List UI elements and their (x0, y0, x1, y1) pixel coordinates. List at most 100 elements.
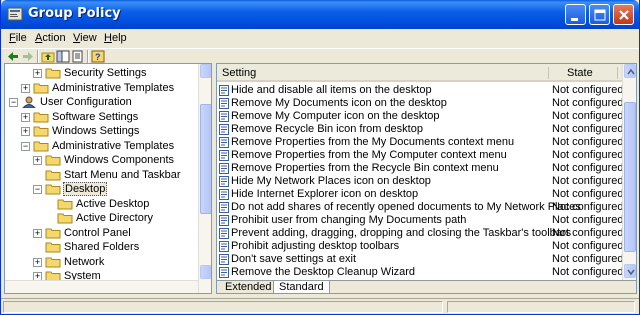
tree-node-label[interactable]: Administrative Templates (51, 81, 175, 95)
minimize-button[interactable] (565, 4, 586, 25)
list-row[interactable]: Prohibit user from changing My Documents… (217, 214, 624, 227)
tree-node-label[interactable]: User Configuration (39, 95, 133, 109)
export-list-icon[interactable] (71, 50, 85, 63)
tree-node-label[interactable]: Start Menu and Taskbar (63, 168, 182, 182)
tree-node-label[interactable]: Administrative Templates (51, 139, 175, 153)
expand-icon[interactable]: + (33, 228, 42, 238)
collapse-icon[interactable]: − (9, 98, 18, 107)
column-divider[interactable] (548, 67, 549, 79)
tree-node[interactable]: + Administrative Templates (5, 81, 198, 95)
tree-node[interactable]: + Security Settings (5, 66, 198, 80)
tree-horizontal-scrollbar[interactable] (5, 280, 198, 293)
up-folder-icon[interactable] (41, 50, 55, 63)
list-row[interactable]: Prohibit adjusting desktop toolbars Not c… (217, 240, 624, 253)
policy-setting-icon (219, 215, 229, 226)
tree-node[interactable]: Active Desktop (5, 197, 198, 211)
tree-node[interactable]: − User Configuration (5, 95, 198, 109)
column-header-state[interactable]: State (567, 67, 593, 79)
tree-node-label[interactable]: Security Settings (63, 66, 148, 80)
expand-icon[interactable]: + (21, 83, 30, 93)
list-row[interactable]: Remove My Documents icon on the desktop N… (217, 97, 624, 110)
list-row[interactable]: Hide My Network Places icon on desktop No… (217, 175, 624, 188)
tree-node-label[interactable]: Network (63, 255, 105, 269)
tree-node[interactable]: + Network (5, 255, 198, 269)
status-cell-secondary (447, 301, 635, 313)
tree-node-label[interactable]: Desktop (63, 182, 108, 196)
tree-node[interactable]: − Desktop (5, 182, 198, 196)
help-icon[interactable]: ? (91, 50, 105, 63)
svg-text:?: ? (95, 52, 101, 62)
toolbar: ? (1, 48, 639, 64)
menu-help[interactable]: Help (104, 32, 127, 44)
show-hide-tree-icon[interactable] (56, 50, 70, 63)
title-bar[interactable]: Group Policy (1, 0, 639, 29)
policy-setting-icon (219, 176, 229, 187)
back-arrow-icon[interactable] (6, 50, 20, 63)
maximize-icon (594, 9, 606, 21)
list-row[interactable]: Remove Properties from the My Documents … (217, 136, 624, 149)
menu-action[interactable]: Action (35, 32, 66, 44)
tree-node[interactable]: + Control Panel (5, 226, 198, 240)
list-row[interactable]: Hide Internet Explorer icon on desktop No… (217, 188, 624, 201)
tree-node[interactable]: + Software Settings (5, 110, 198, 124)
tree-node-label[interactable]: Control Panel (63, 226, 132, 240)
tree-node[interactable]: + Windows Components (5, 153, 198, 167)
expand-icon[interactable]: + (21, 112, 30, 122)
menu-view[interactable]: View (73, 32, 97, 44)
setting-name: Remove My Documents icon on the desktop (231, 97, 447, 109)
expand-icon[interactable]: + (33, 69, 42, 78)
tab-extended[interactable]: Extended (220, 281, 278, 293)
column-divider[interactable] (617, 67, 618, 79)
folder-icon (45, 184, 61, 195)
policy-setting-icon (219, 137, 229, 148)
tree-pane[interactable]: + Security Settings + Administrative Templa… (4, 63, 212, 294)
tree-node[interactable]: − Administrative Templates (5, 139, 198, 153)
folder-icon (45, 228, 61, 238)
expand-icon[interactable]: + (21, 127, 30, 136)
list-row[interactable]: Remove the Desktop Cleanup Wizard Not con… (217, 266, 624, 279)
tree-node-label[interactable]: Software Settings (51, 110, 139, 124)
close-button[interactable] (613, 4, 634, 25)
expand-icon[interactable]: + (33, 257, 42, 267)
minimize-icon (571, 18, 578, 21)
toolbar-separator (87, 50, 89, 63)
tree-node[interactable]: Shared Folders (5, 240, 198, 254)
scroll-up-arrow-icon (627, 68, 635, 75)
maximize-button[interactable] (589, 4, 610, 25)
tab-standard[interactable]: Standard (273, 281, 330, 293)
setting-state: Not configured (552, 162, 624, 174)
list-row[interactable]: Remove My Computer icon on the desktop No… (217, 110, 624, 123)
column-header-setting[interactable]: Setting (222, 67, 256, 79)
menu-file[interactable]: File (9, 32, 27, 44)
scroll-down-button[interactable] (624, 264, 636, 278)
list-row[interactable]: Remove Recycle Bin icon from desktop Not … (217, 123, 624, 136)
collapse-icon[interactable]: − (21, 141, 30, 151)
expand-icon[interactable]: + (33, 156, 42, 165)
setting-state: Not configured (552, 214, 624, 226)
tree-scroll-down-button[interactable] (200, 265, 211, 279)
list-row[interactable]: Remove Properties from the My Computer c… (217, 149, 624, 162)
settings-list-pane[interactable]: Setting State Hide and disable all items… (216, 63, 637, 294)
list-row[interactable]: Hide and disable all items on the deskto… (217, 84, 624, 97)
list-row[interactable]: Prevent adding, dragging, dropping and c… (217, 227, 624, 240)
tree-node-label[interactable]: Windows Settings (51, 124, 140, 138)
list-row[interactable]: Don't save settings at exit Not configure… (217, 253, 624, 266)
collapse-icon[interactable]: − (33, 185, 42, 194)
tree-node-label[interactable]: Active Desktop (75, 197, 150, 211)
tree-node[interactable]: Active Directory (5, 211, 198, 225)
scroll-up-button[interactable] (624, 64, 636, 78)
tree-vertical-scrollbar[interactable] (198, 64, 211, 293)
close-icon (619, 10, 629, 20)
tree-node-label[interactable]: Shared Folders (63, 240, 140, 254)
tree-node-label[interactable]: Windows Components (63, 153, 175, 167)
list-row[interactable]: Do not add shares of recently opened doc… (217, 201, 624, 214)
list-row[interactable]: Remove Properties from the Recycle Bin c… (217, 162, 624, 175)
tree-node-label[interactable]: Active Directory (75, 211, 154, 225)
tree-node[interactable]: Start Menu and Taskbar (5, 168, 198, 182)
tree-scroll-thumb[interactable] (200, 104, 211, 214)
list-vertical-scrollbar[interactable] (622, 64, 636, 280)
forward-arrow-icon[interactable] (21, 50, 35, 63)
tree-node[interactable]: + Windows Settings (5, 124, 198, 138)
tree-scroll-up-button[interactable] (200, 64, 211, 78)
scroll-thumb[interactable] (624, 102, 636, 252)
